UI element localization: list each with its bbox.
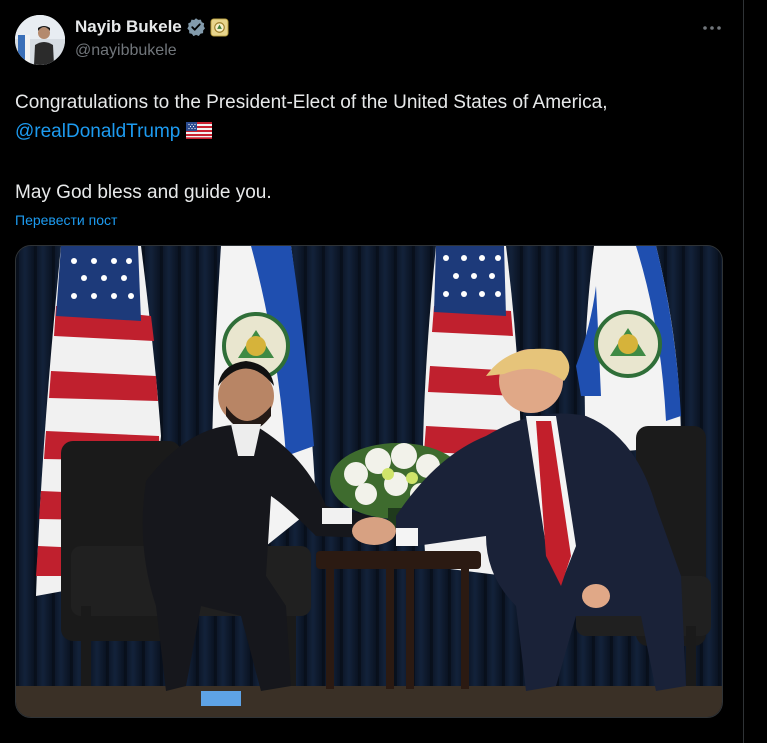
avatar-photo <box>15 15 65 65</box>
mention-link[interactable]: @realDonaldTrump <box>15 121 180 142</box>
column-divider <box>743 0 744 743</box>
post-text: Congratulations to the President-Elect o… <box>15 88 727 207</box>
more-options-button[interactable] <box>700 18 724 38</box>
post-line-1: Congratulations to the President-Elect o… <box>15 92 608 113</box>
avatar[interactable] <box>15 15 65 65</box>
more-horizontal-icon <box>703 26 721 30</box>
verified-badge-icon[interactable] <box>186 17 206 37</box>
author-handle[interactable]: @nayibbukele <box>75 42 177 60</box>
author-name-row: Nayib Bukele <box>75 16 229 38</box>
us-flag-icon <box>186 119 213 148</box>
post-mention-line: @realDonaldTrump <box>15 117 727 148</box>
author-display-name[interactable]: Nayib Bukele <box>75 17 182 37</box>
post-photo[interactable] <box>15 245 723 718</box>
handshake-photo <box>16 246 722 717</box>
el-salvador-affiliate-badge-icon[interactable] <box>210 17 229 37</box>
post-line-2: May God bless and guide you. <box>15 182 272 203</box>
handshake <box>352 517 396 545</box>
post: Nayib Bukele @nayibbukele Congratulation… <box>0 0 743 743</box>
translate-post-link[interactable]: Перевести пост <box>15 212 117 228</box>
